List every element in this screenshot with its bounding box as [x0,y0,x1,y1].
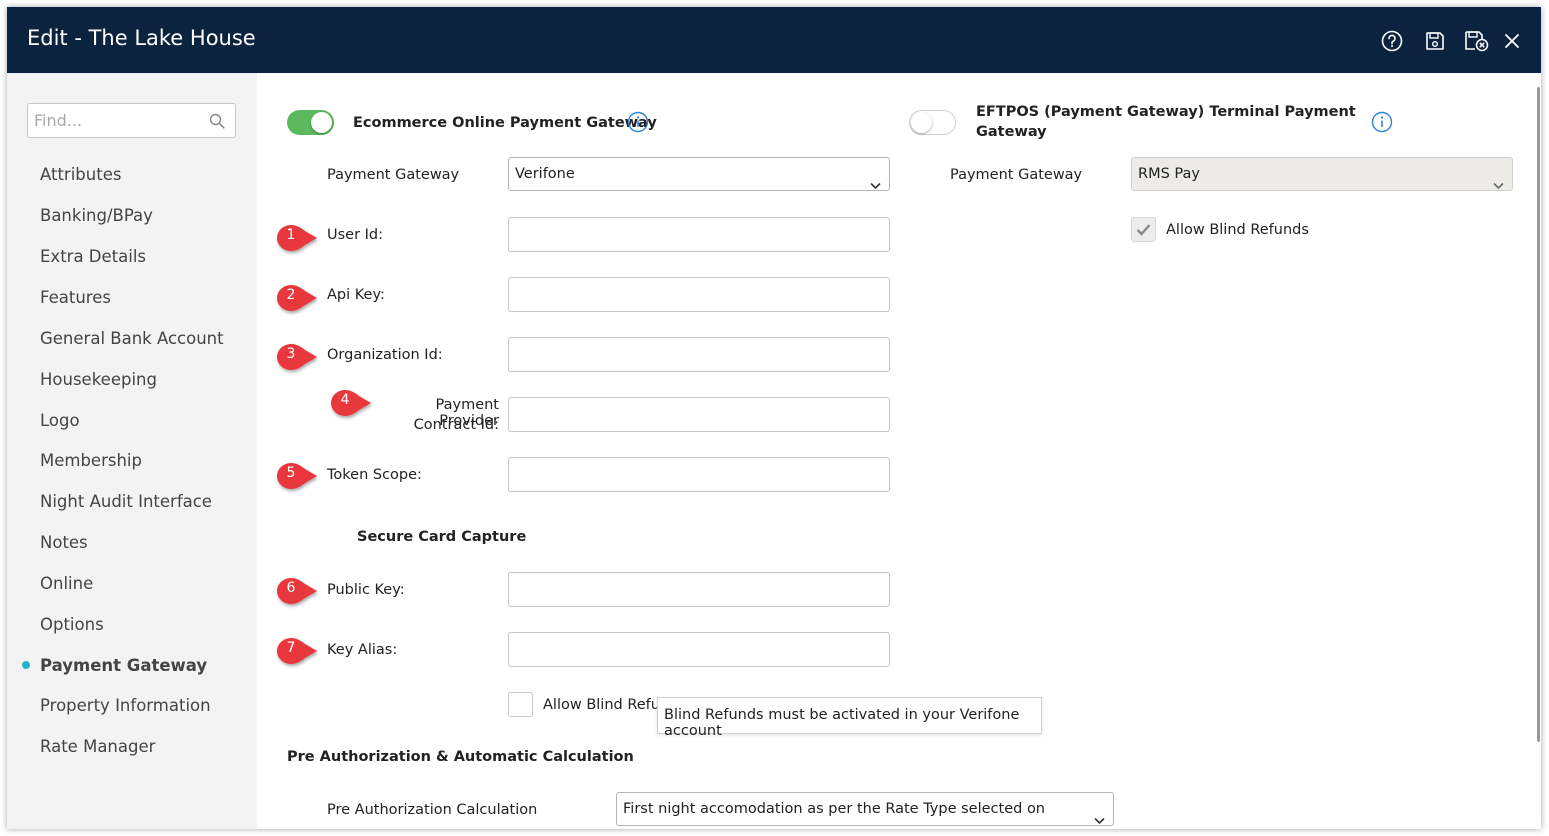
sidebar-item-rate-manager[interactable]: Rate Manager [40,737,155,756]
info-icon[interactable] [627,111,649,133]
ecommerce-toggle-label: Ecommerce Online Payment Gateway [353,115,657,131]
public-key-label: Public Key: [327,582,405,598]
search-icon[interactable] [209,113,225,134]
sidebar: Attributes Banking/BPay Extra Details Fe… [7,73,257,829]
api-key-field[interactable] [508,277,890,312]
payment-gateway-label: Payment Gateway [327,167,460,183]
preauth-calc-select[interactable]: First night accomodation as per the Rate… [616,792,1114,826]
chevron-down-icon [870,170,881,202]
contract-id-label-line2: Contract Id: [413,417,499,433]
eftpos-toggle[interactable] [909,110,956,135]
sidebar-item-general-bank-account[interactable]: General Bank Account [40,329,224,348]
eftpos-gateway-label: Payment Gateway [950,167,1083,183]
sidebar-item-options[interactable]: Options [40,615,104,634]
sidebar-item-extra-details[interactable]: Extra Details [40,247,146,266]
search-input[interactable] [28,104,208,137]
ecommerce-toggle[interactable] [287,110,334,135]
payment-gateway-select[interactable]: Verifone [508,157,890,191]
marker-number: 4 [340,392,350,408]
sidebar-item-banking-bpay[interactable]: Banking/BPay [40,206,153,225]
marker-number: 1 [286,227,296,243]
key-alias-label: Key Alias: [327,642,398,658]
search-box [27,103,236,138]
preauth-heading: Pre Authorization & Automatic Calculatio… [287,749,634,765]
key-alias-field[interactable] [508,632,890,667]
marker-6: 6 [274,575,318,609]
marker-2: 2 [274,282,318,316]
title-bar: Edit - The Lake House [7,7,1541,73]
eftpos-gateway-value: RMS Pay [1138,166,1200,182]
eftpos-blind-refunds-label: Allow Blind Refunds [1166,222,1309,238]
eftpos-blind-refunds-checkbox[interactable] [1131,217,1156,242]
sidebar-item-night-audit-interface[interactable]: Night Audit Interface [40,492,212,511]
organization-id-field[interactable] [508,337,890,372]
sidebar-item-membership[interactable]: Membership [40,451,142,470]
info-icon[interactable] [1371,111,1393,133]
eftpos-toggle-label-line2: Gateway [976,124,1047,140]
window-title: Edit - The Lake House [27,26,256,50]
toggle-knob [311,112,332,133]
marker-7: 7 [274,635,318,669]
marker-number: 2 [286,287,296,303]
sidebar-item-features[interactable]: Features [40,288,111,307]
chevron-down-icon [1493,170,1504,202]
marker-5: 5 [274,460,318,494]
marker-1: 1 [274,222,318,256]
marker-4: 4 [328,387,372,421]
preauth-calc-value: First night accomodation as per the Rate… [623,801,1046,817]
help-icon[interactable] [1380,29,1404,53]
toggle-knob [911,112,932,133]
scrollbar[interactable] [1537,87,1540,742]
organization-id-label: Organization Id: [327,347,443,363]
contract-id-field[interactable] [508,397,890,432]
marker-3: 3 [274,341,318,375]
marker-number: 6 [286,580,296,596]
public-key-field[interactable] [508,572,890,607]
sidebar-item-payment-gateway[interactable]: Payment Gateway [40,656,207,675]
blind-refunds-tooltip: Blind Refunds must be activated in your … [657,697,1042,739]
sidebar-item-logo[interactable]: Logo [40,411,80,430]
sidebar-item-notes[interactable]: Notes [40,533,88,552]
eftpos-toggle-label-line1: EFTPOS (Payment Gateway) Terminal Paymen… [976,104,1356,120]
sidebar-item-property-information[interactable]: Property Information [40,696,211,715]
close-icon[interactable] [1500,29,1524,53]
blind-refunds-label: Allow Blind Refun [543,697,670,713]
marker-number: 7 [286,640,296,656]
eftpos-gateway-select[interactable]: RMS Pay [1131,157,1513,191]
token-scope-field[interactable] [508,457,890,492]
api-key-label: Api Key: [327,287,385,303]
marker-number: 3 [286,346,296,362]
chevron-down-icon [1094,805,1105,829]
token-scope-label: Token Scope: [327,467,422,483]
user-id-label: User Id: [327,227,384,243]
secure-card-capture-heading: Secure Card Capture [357,529,527,545]
preauth-calc-label: Pre Authorization Calculation [327,802,538,818]
payment-gateway-value: Verifone [515,166,575,182]
sidebar-item-online[interactable]: Online [40,574,93,593]
blind-refunds-checkbox[interactable] [508,692,533,717]
save-icon[interactable] [1423,29,1447,53]
save-close-icon[interactable] [1463,29,1491,53]
user-id-field[interactable] [508,217,890,252]
active-indicator [22,661,30,669]
check-icon [1136,224,1151,236]
sidebar-item-attributes[interactable]: Attributes [40,165,121,184]
sidebar-item-housekeeping[interactable]: Housekeeping [40,370,157,389]
marker-number: 5 [286,465,296,481]
edit-window: Edit - The Lake House Attributes Banking… [7,7,1541,829]
